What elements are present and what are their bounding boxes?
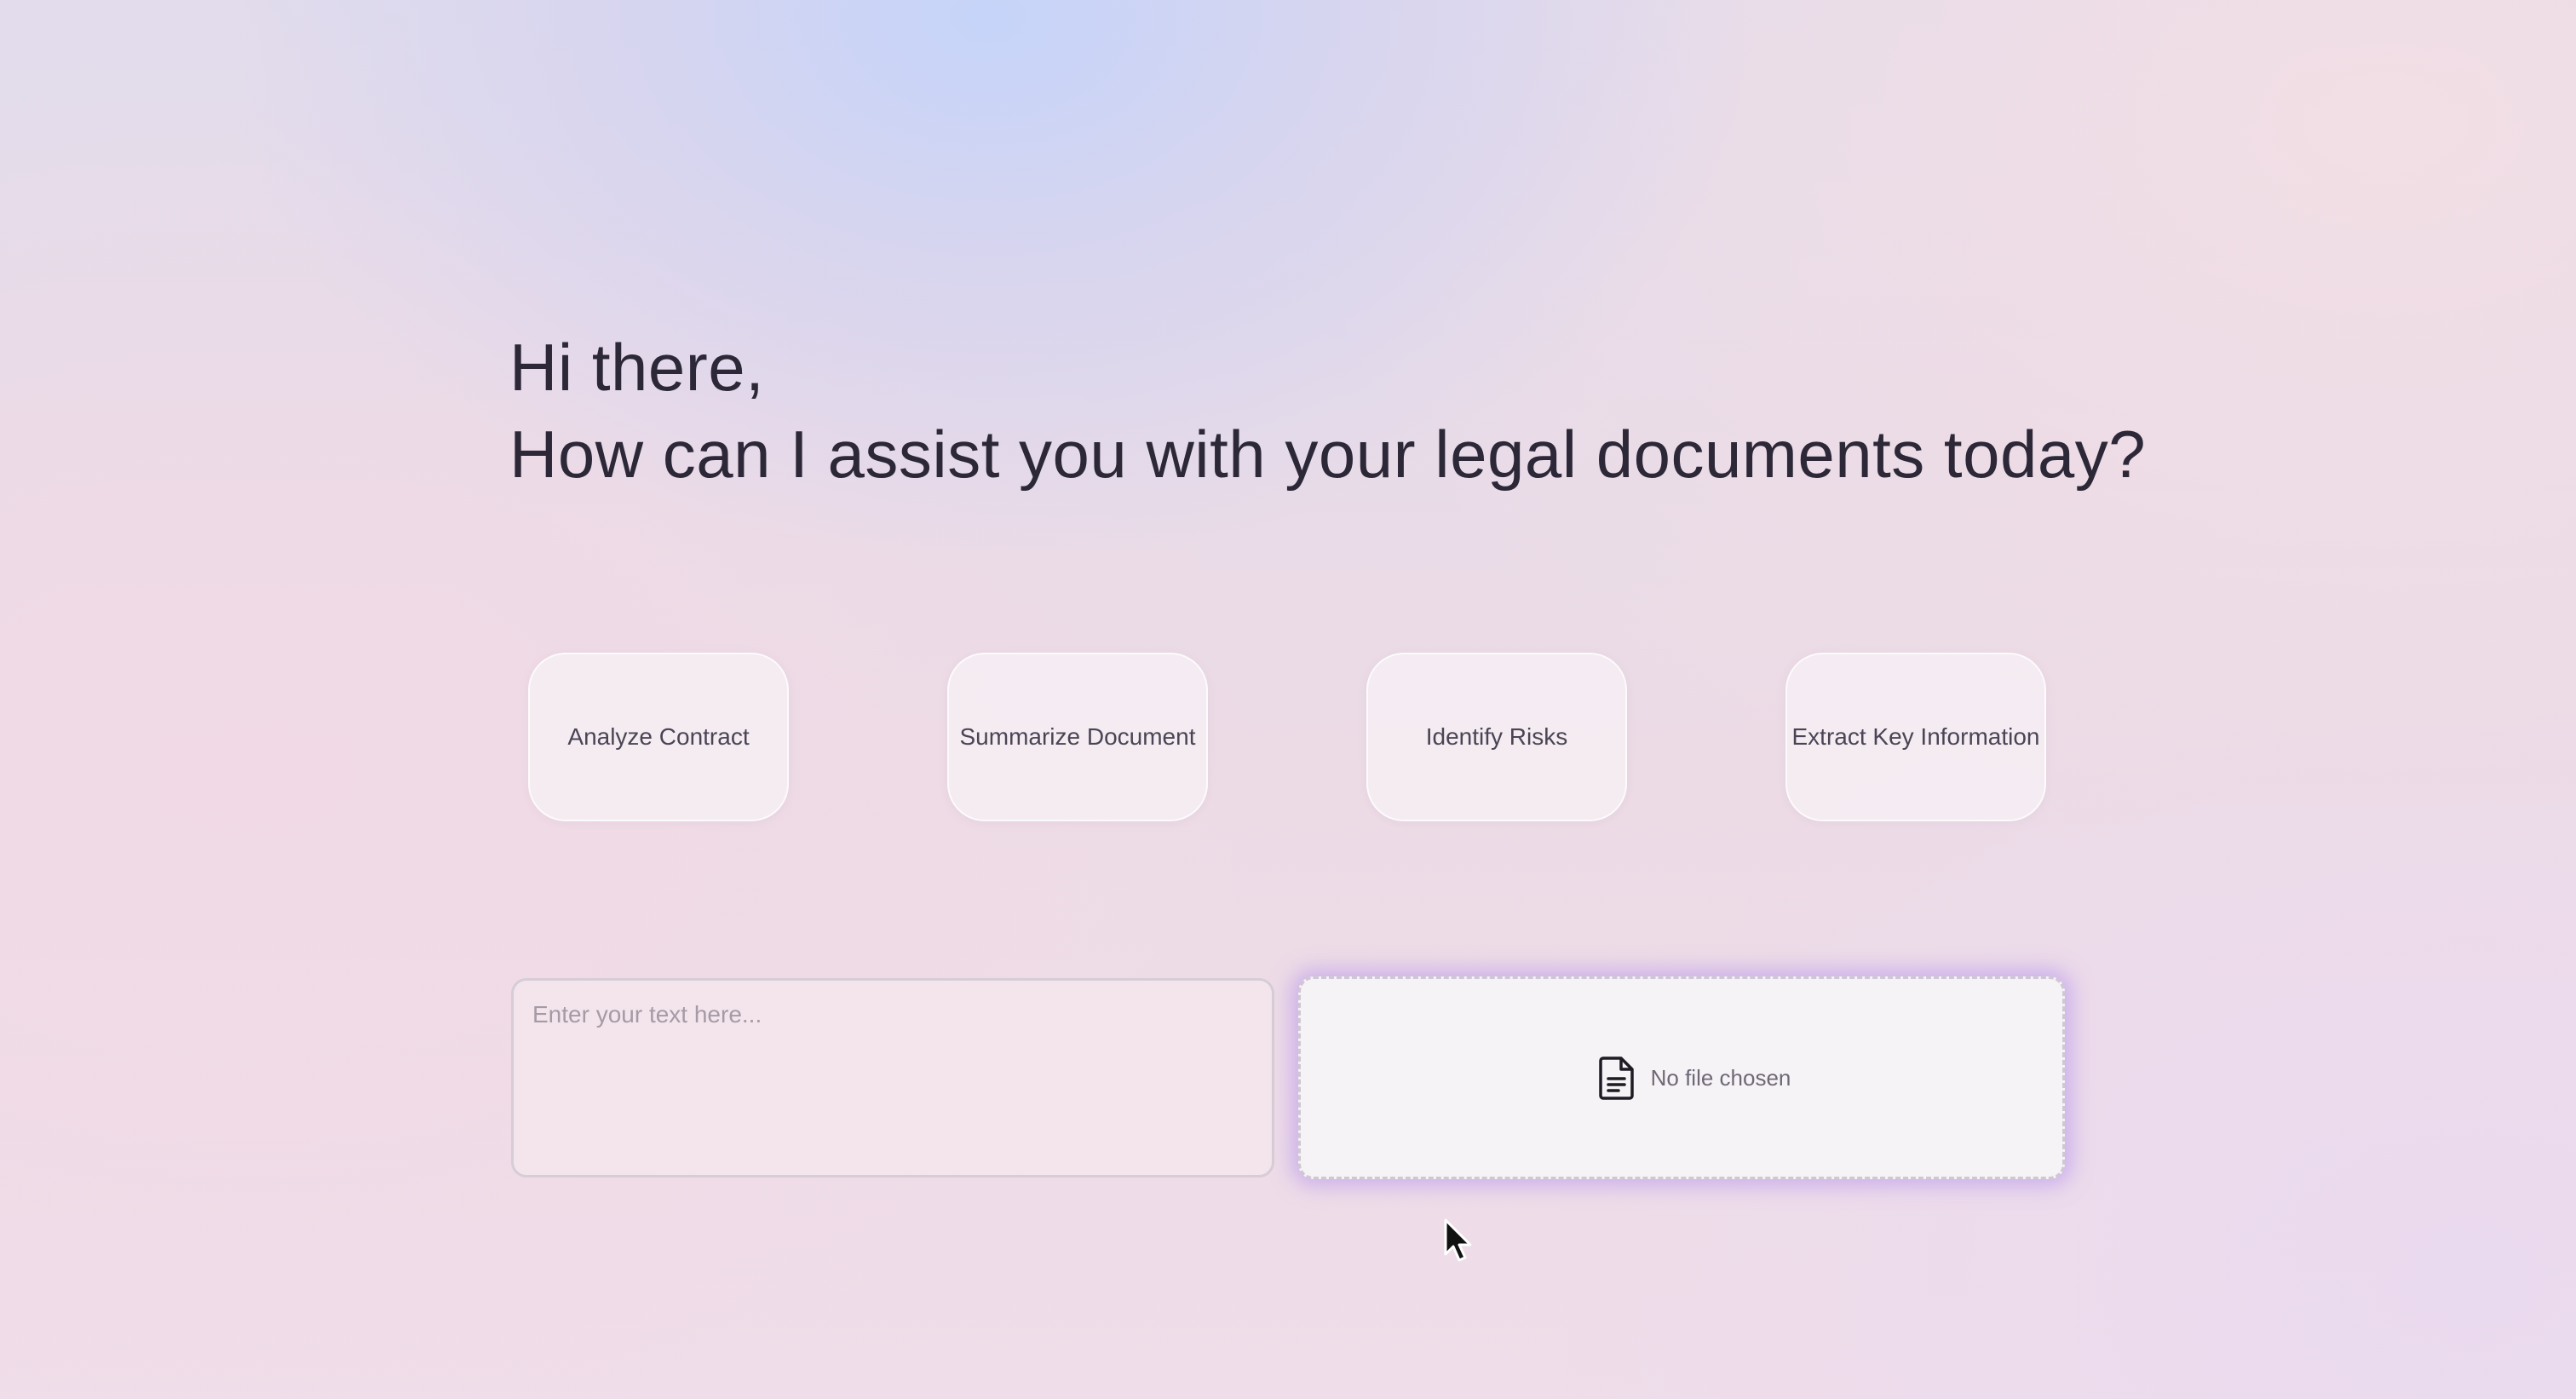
file-upload-content: No file chosen — [1598, 1056, 1791, 1100]
greeting: Hi there, How can I assist you with your… — [509, 324, 2147, 498]
file-upload-dropzone[interactable]: No file chosen — [1298, 976, 2065, 1179]
mouse-cursor-icon — [1444, 1218, 1472, 1262]
text-input[interactable] — [511, 978, 1274, 1177]
page: Hi there, How can I assist you with your… — [0, 0, 2576, 1399]
greeting-line-2: How can I assist you with your legal doc… — [509, 417, 2147, 492]
identify-risks-button[interactable]: Identify Risks — [1366, 653, 1627, 821]
analyze-contract-button[interactable]: Analyze Contract — [528, 653, 789, 821]
document-icon — [1598, 1056, 1636, 1100]
file-status-label: No file chosen — [1650, 1064, 1791, 1091]
quick-actions: Analyze Contract Summarize Document Iden… — [528, 653, 2048, 823]
extract-key-information-button[interactable]: Extract Key Information — [1785, 653, 2046, 821]
greeting-line-1: Hi there, — [509, 330, 765, 405]
summarize-document-button[interactable]: Summarize Document — [947, 653, 1208, 821]
